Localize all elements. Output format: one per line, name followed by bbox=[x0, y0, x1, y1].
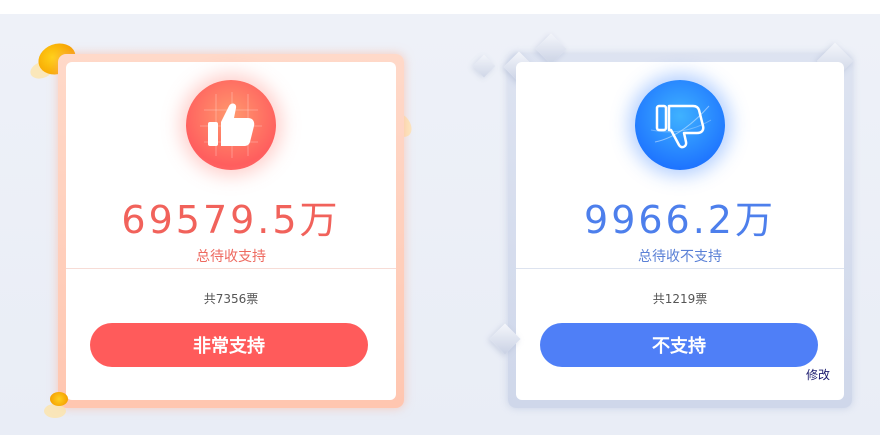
oppose-vote-count: 共1219票 bbox=[652, 292, 708, 306]
support-amount-label: 总待收支持 bbox=[196, 249, 266, 265]
oppose-card: 9966.2万 总待收不支持 共1219票 不支持 bbox=[516, 62, 844, 400]
support-amount: 69579.5万 bbox=[121, 198, 341, 242]
divider bbox=[516, 268, 844, 269]
oppose-button[interactable]: 不支持 bbox=[540, 323, 818, 367]
thumbs-up-icon bbox=[186, 80, 276, 170]
support-card: 69579.5万 总待收支持 共7356票 非常支持 bbox=[66, 62, 396, 400]
thumbs-down-icon bbox=[635, 80, 725, 170]
support-vote-count: 共7356票 bbox=[203, 292, 259, 306]
decor-yellow-blob bbox=[44, 404, 66, 418]
strong-support-button[interactable]: 非常支持 bbox=[90, 323, 368, 367]
oppose-amount-label: 总待收不支持 bbox=[638, 249, 722, 265]
decor-yellow-blob bbox=[50, 392, 68, 406]
oppose-amount: 9966.2万 bbox=[584, 198, 776, 242]
divider bbox=[66, 268, 396, 269]
edit-link[interactable]: 修改 bbox=[806, 366, 830, 383]
